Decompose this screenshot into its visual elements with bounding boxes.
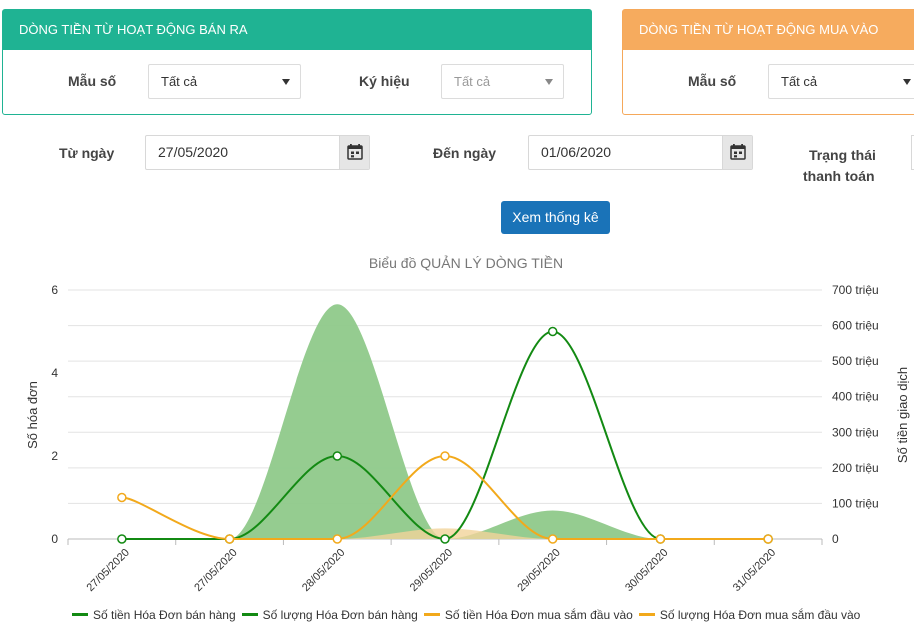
right-tick-label: 500 triệu — [832, 354, 879, 368]
right-tick-label: 700 triệu — [832, 283, 879, 297]
legend-label: Số tiền Hóa Đơn mua sắm đầu vào — [444, 608, 633, 622]
x-tick-label: 28/05/2020 — [300, 547, 347, 594]
data-point — [117, 492, 127, 503]
legend-item[interactable]: Số tiền Hóa Đơn mua sắm đầu vào — [423, 608, 633, 622]
right-tick-label: 200 triệu — [832, 461, 879, 475]
cashflow-chart: 0 100 triệu 200 triệu 300 triệu 400 triệu 500… — [25, 283, 910, 594]
legend-item[interactable]: Số lượng Hóa Đơn bán hàng — [241, 608, 418, 622]
x-tick-label: 31/05/2020 — [731, 547, 778, 594]
legend-swatch — [241, 613, 258, 617]
legend-label: Số lượng Hóa Đơn bán hàng — [262, 608, 418, 622]
left-tick-label: 4 — [51, 366, 58, 380]
x-tick-label: 30/05/2020 — [623, 547, 670, 594]
data-point — [332, 451, 343, 461]
legend-swatch — [423, 613, 440, 617]
right-tick-label: 400 triệu — [832, 390, 879, 404]
y-axis-left-title: Số hóa đơn — [25, 381, 40, 449]
legend-item[interactable]: Số tiền Hóa Đơn bán hàng — [72, 608, 236, 622]
x-tick-label: 27/05/2020 — [192, 547, 239, 594]
data-point — [763, 534, 773, 544]
data-point — [117, 534, 127, 544]
right-tick-label: 0 — [832, 532, 839, 546]
data-point — [655, 534, 666, 544]
data-point — [224, 534, 235, 544]
data-point — [332, 534, 343, 544]
legend-swatch — [638, 613, 655, 617]
data-point — [547, 534, 558, 544]
right-tick-label: 300 triệu — [832, 425, 879, 439]
x-tick-label: 29/05/2020 — [408, 547, 455, 594]
chart-legend: Số tiền Hóa Đơn bán hàng Số lượng Hóa Đơn… — [72, 608, 866, 622]
left-tick-label: 2 — [51, 449, 58, 463]
x-tick-label: 27/05/2020 — [85, 547, 132, 594]
data-point — [547, 326, 558, 337]
legend-label: Số tiền Hóa Đơn bán hàng — [93, 608, 236, 622]
data-point — [440, 451, 450, 461]
y-axis-right-title: Số tiền giao dịch — [895, 367, 910, 463]
right-tick-label: 600 triệu — [832, 319, 879, 333]
left-tick-label: 0 — [51, 532, 58, 546]
x-tick-label: 29/05/2020 — [515, 547, 562, 594]
legend-label: Số lượng Hóa Đơn mua sắm đầu vào — [659, 608, 861, 622]
purchase-count-line — [121, 454, 769, 540]
data-point — [440, 534, 450, 544]
sales-count-line — [121, 330, 769, 541]
right-tick-label: 100 triệu — [832, 496, 879, 510]
left-tick-label: 6 — [51, 283, 58, 297]
legend-item[interactable]: Số lượng Hóa Đơn mua sắm đầu vào — [638, 608, 861, 622]
legend-swatch — [72, 613, 88, 617]
